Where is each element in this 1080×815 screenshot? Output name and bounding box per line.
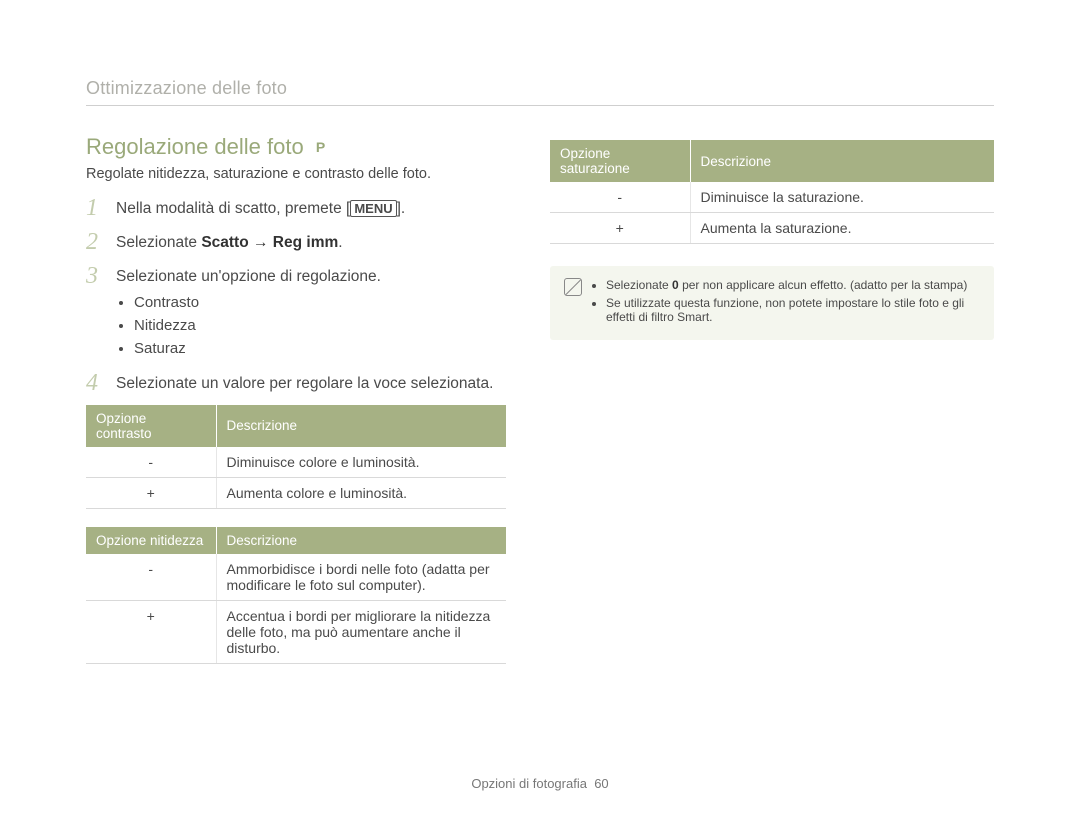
divider	[86, 105, 994, 106]
mode-badge: P	[316, 139, 325, 155]
step-number: 3	[86, 264, 104, 288]
table-cell-desc: Aumenta colore e luminosità.	[216, 477, 506, 508]
note-item: Selezionate 0 per non applicare alcun ef…	[606, 278, 980, 292]
table-cell-desc: Aumenta la saturazione.	[690, 213, 994, 244]
step-3-bullets: Contrasto Nitidezza Saturaz	[116, 292, 506, 359]
note-text: Selezionate	[606, 278, 672, 292]
table-cell-symbol: -	[550, 182, 690, 213]
sharpness-table: Opzione nitidezza Descrizione - Ammorbid…	[86, 527, 506, 664]
note-item: Se utilizzate questa funzione, non potet…	[606, 296, 980, 324]
table-header: Descrizione	[216, 527, 506, 554]
bullet-contrast: Contrasto	[134, 292, 506, 313]
footer-page-number: 60	[594, 776, 608, 791]
step-4: 4 Selezionate un valore per regolare la …	[86, 371, 506, 395]
contrast-table: Opzione contrasto Descrizione - Diminuis…	[86, 405, 506, 509]
table-cell-symbol: -	[86, 447, 216, 478]
table-cell-desc: Diminuisce colore e luminosità.	[216, 447, 506, 478]
table-header: Opzione nitidezza	[86, 527, 216, 554]
footer-section: Opzioni di fotografia	[471, 776, 587, 791]
table-header: Descrizione	[690, 140, 994, 182]
step-bold: Scatto → Reg imm	[201, 234, 338, 251]
table-cell-symbol: +	[86, 477, 216, 508]
table-cell-desc: Diminuisce la saturazione.	[690, 182, 994, 213]
table-header: Descrizione	[216, 405, 506, 447]
table-cell-desc: Accentua i bordi per migliorare la nitid…	[216, 600, 506, 663]
table-row: - Diminuisce colore e luminosità.	[86, 447, 506, 478]
menu-button-label: MENU	[350, 200, 396, 217]
step-text: Selezionate	[116, 234, 201, 251]
section-intro: Regolate nitidezza, saturazione e contra…	[86, 166, 506, 182]
table-header: Opzione contrasto	[86, 405, 216, 447]
note-icon	[564, 278, 582, 296]
section-title: Regolazione delle foto	[86, 134, 304, 159]
step-text-suffix: ].	[397, 200, 406, 217]
table-cell-symbol: +	[550, 213, 690, 244]
breadcrumb: Ottimizzazione delle foto	[86, 78, 994, 99]
bullet-sharpness: Nitidezza	[134, 315, 506, 336]
page-footer: Opzioni di fotografia 60	[0, 776, 1080, 791]
table-cell-symbol: -	[86, 554, 216, 601]
note-box: Selezionate 0 per non applicare alcun ef…	[550, 266, 994, 340]
table-row: - Ammorbidisce i bordi nelle foto (adatt…	[86, 554, 506, 601]
left-column: Regolazione delle foto P Regolate nitide…	[86, 134, 506, 664]
table-row: + Accentua i bordi per migliorare la nit…	[86, 600, 506, 663]
step-text: Selezionate un'opzione di regolazione.	[116, 268, 381, 285]
bullet-saturation: Saturaz	[134, 338, 506, 359]
note-bold: 0	[672, 278, 679, 292]
table-row: + Aumenta la saturazione.	[550, 213, 994, 244]
step-3: 3 Selezionate un'opzione di regolazione.…	[86, 264, 506, 361]
step-number: 4	[86, 371, 104, 395]
note-text: per non applicare alcun effetto. (adatto…	[679, 278, 968, 292]
step-number: 1	[86, 196, 104, 220]
table-header: Opzione saturazione	[550, 140, 690, 182]
step-2: 2 Selezionate Scatto → Reg imm.	[86, 230, 506, 254]
step-1: 1 Nella modalità di scatto, premete [MEN…	[86, 196, 506, 220]
step-number: 2	[86, 230, 104, 254]
right-column: Opzione saturazione Descrizione - Diminu…	[550, 134, 994, 664]
table-row: + Aumenta colore e luminosità.	[86, 477, 506, 508]
saturation-table: Opzione saturazione Descrizione - Diminu…	[550, 140, 994, 244]
step-text: Selezionate un valore per regolare la vo…	[116, 371, 506, 395]
table-cell-desc: Ammorbidisce i bordi nelle foto (adatta …	[216, 554, 506, 601]
table-cell-symbol: +	[86, 600, 216, 663]
step-text-suffix: .	[338, 234, 342, 251]
step-text: Nella modalità di scatto, premete [	[116, 200, 350, 217]
table-row: - Diminuisce la saturazione.	[550, 182, 994, 213]
